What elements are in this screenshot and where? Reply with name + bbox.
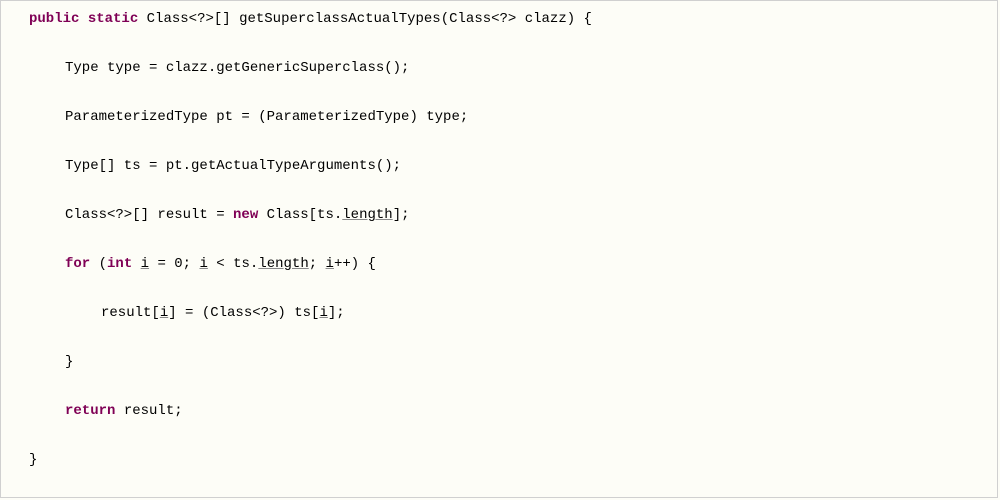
code-line: } bbox=[1, 448, 997, 473]
code-line: public static Class<?>[] getSuperclassAc… bbox=[1, 7, 997, 32]
code-line: Type[] ts = pt.getActualTypeArguments(); bbox=[1, 154, 997, 179]
code-viewer: public static Class<?>[] getSuperclassAc… bbox=[0, 0, 998, 498]
code-line: ParameterizedType pt = (ParameterizedTyp… bbox=[1, 105, 997, 130]
keyword-static: static bbox=[88, 11, 138, 27]
var-i: i bbox=[141, 256, 149, 272]
field-length: length bbox=[258, 256, 308, 272]
method-name: getSuperclassActualTypes bbox=[239, 11, 441, 27]
keyword-public: public bbox=[29, 11, 79, 27]
var-i: i bbox=[199, 256, 207, 272]
blank-line bbox=[1, 497, 997, 498]
code-line: } bbox=[1, 350, 997, 375]
code-line: Type type = clazz.getGenericSuperclass()… bbox=[1, 56, 997, 81]
code-line: result[i] = (Class<?>) ts[i]; bbox=[1, 301, 997, 326]
field-length: length bbox=[342, 207, 392, 223]
params: (Class<?> clazz) { bbox=[441, 11, 592, 27]
code-block: public static Class<?>[] getSuperclassAc… bbox=[1, 7, 997, 498]
return-type: Class<?>[] bbox=[147, 11, 231, 27]
keyword-return: return bbox=[65, 403, 115, 419]
keyword-new: new bbox=[233, 207, 258, 223]
keyword-for: for bbox=[65, 256, 90, 272]
code-line: for (int i = 0; i < ts.length; i++) { bbox=[1, 252, 997, 277]
code-line: return result; bbox=[1, 399, 997, 424]
var-i: i bbox=[160, 305, 168, 321]
keyword-int: int bbox=[107, 256, 132, 272]
var-i: i bbox=[326, 256, 334, 272]
var-i: i bbox=[319, 305, 327, 321]
code-line: Class<?>[] result = new Class[ts.length]… bbox=[1, 203, 997, 228]
